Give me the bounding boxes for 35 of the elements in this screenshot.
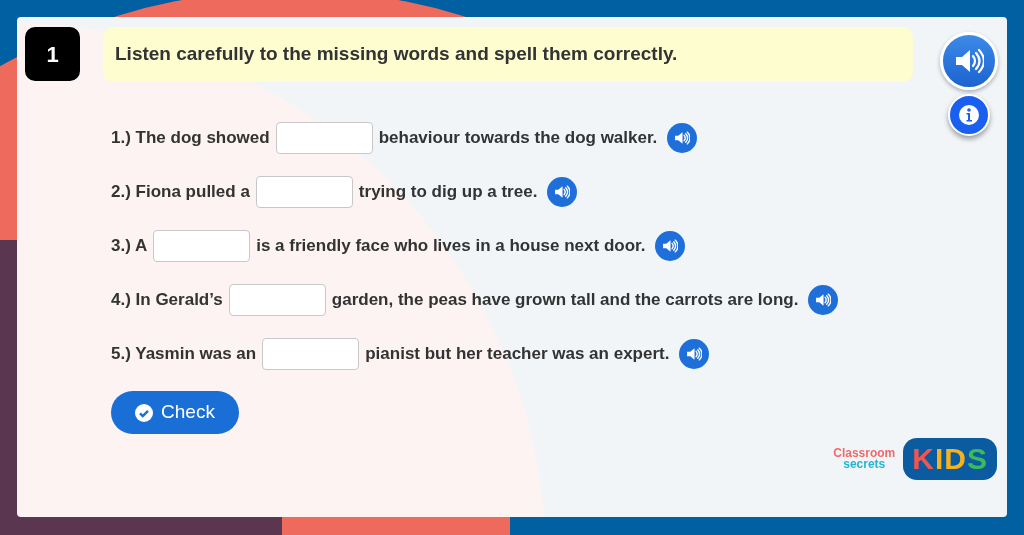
sentence-text: pianist but her teacher was an expert. (365, 343, 670, 366)
kids-logo: KIDS (903, 438, 997, 480)
check-circle-icon (135, 403, 154, 422)
sentence-text: 4.) In Gerald’s (111, 289, 223, 312)
sentence-text: garden, the peas have grown tall and the carrots are long. (331, 289, 799, 312)
check-button[interactable]: Check (111, 391, 239, 434)
speaker-icon (674, 131, 691, 145)
sentence-text: is a friendly face who lives in a house next door. (256, 235, 646, 258)
sentence-text: trying to dig up a tree. (358, 181, 538, 204)
speaker-button[interactable] (547, 177, 578, 207)
speaker-icon (954, 48, 984, 74)
brand-logo: Classroom secrets (833, 447, 896, 471)
sentence-text: 2.) Fiona pulled a (111, 181, 250, 204)
instruction-text: Listen carefully to the missing words and spell them correctly. (103, 27, 913, 82)
sentence-text: 1.) The dog showed (111, 127, 270, 150)
sentence-text: 5.) Yasmin was an (111, 343, 257, 366)
speaker-button[interactable] (655, 231, 686, 261)
answer-field[interactable] (255, 176, 353, 208)
info-button[interactable] (948, 94, 990, 136)
answer-field[interactable] (228, 284, 326, 316)
sentence-text: 3.) A (111, 235, 148, 258)
speaker-button[interactable] (667, 123, 698, 153)
speaker-icon (815, 293, 832, 307)
speaker-button[interactable] (808, 285, 839, 315)
speaker-icon (686, 347, 703, 361)
answer-field[interactable] (153, 230, 251, 262)
speaker-button[interactable] (940, 32, 998, 90)
question-number: 1 (25, 27, 80, 81)
sentence-text: behaviour towards the dog walker. (378, 127, 658, 150)
answer-field[interactable] (262, 338, 360, 370)
speaker-icon (662, 239, 679, 253)
info-icon (958, 104, 980, 126)
speaker-button[interactable] (679, 339, 710, 369)
answer-field[interactable] (275, 122, 373, 154)
speaker-icon (554, 185, 571, 199)
